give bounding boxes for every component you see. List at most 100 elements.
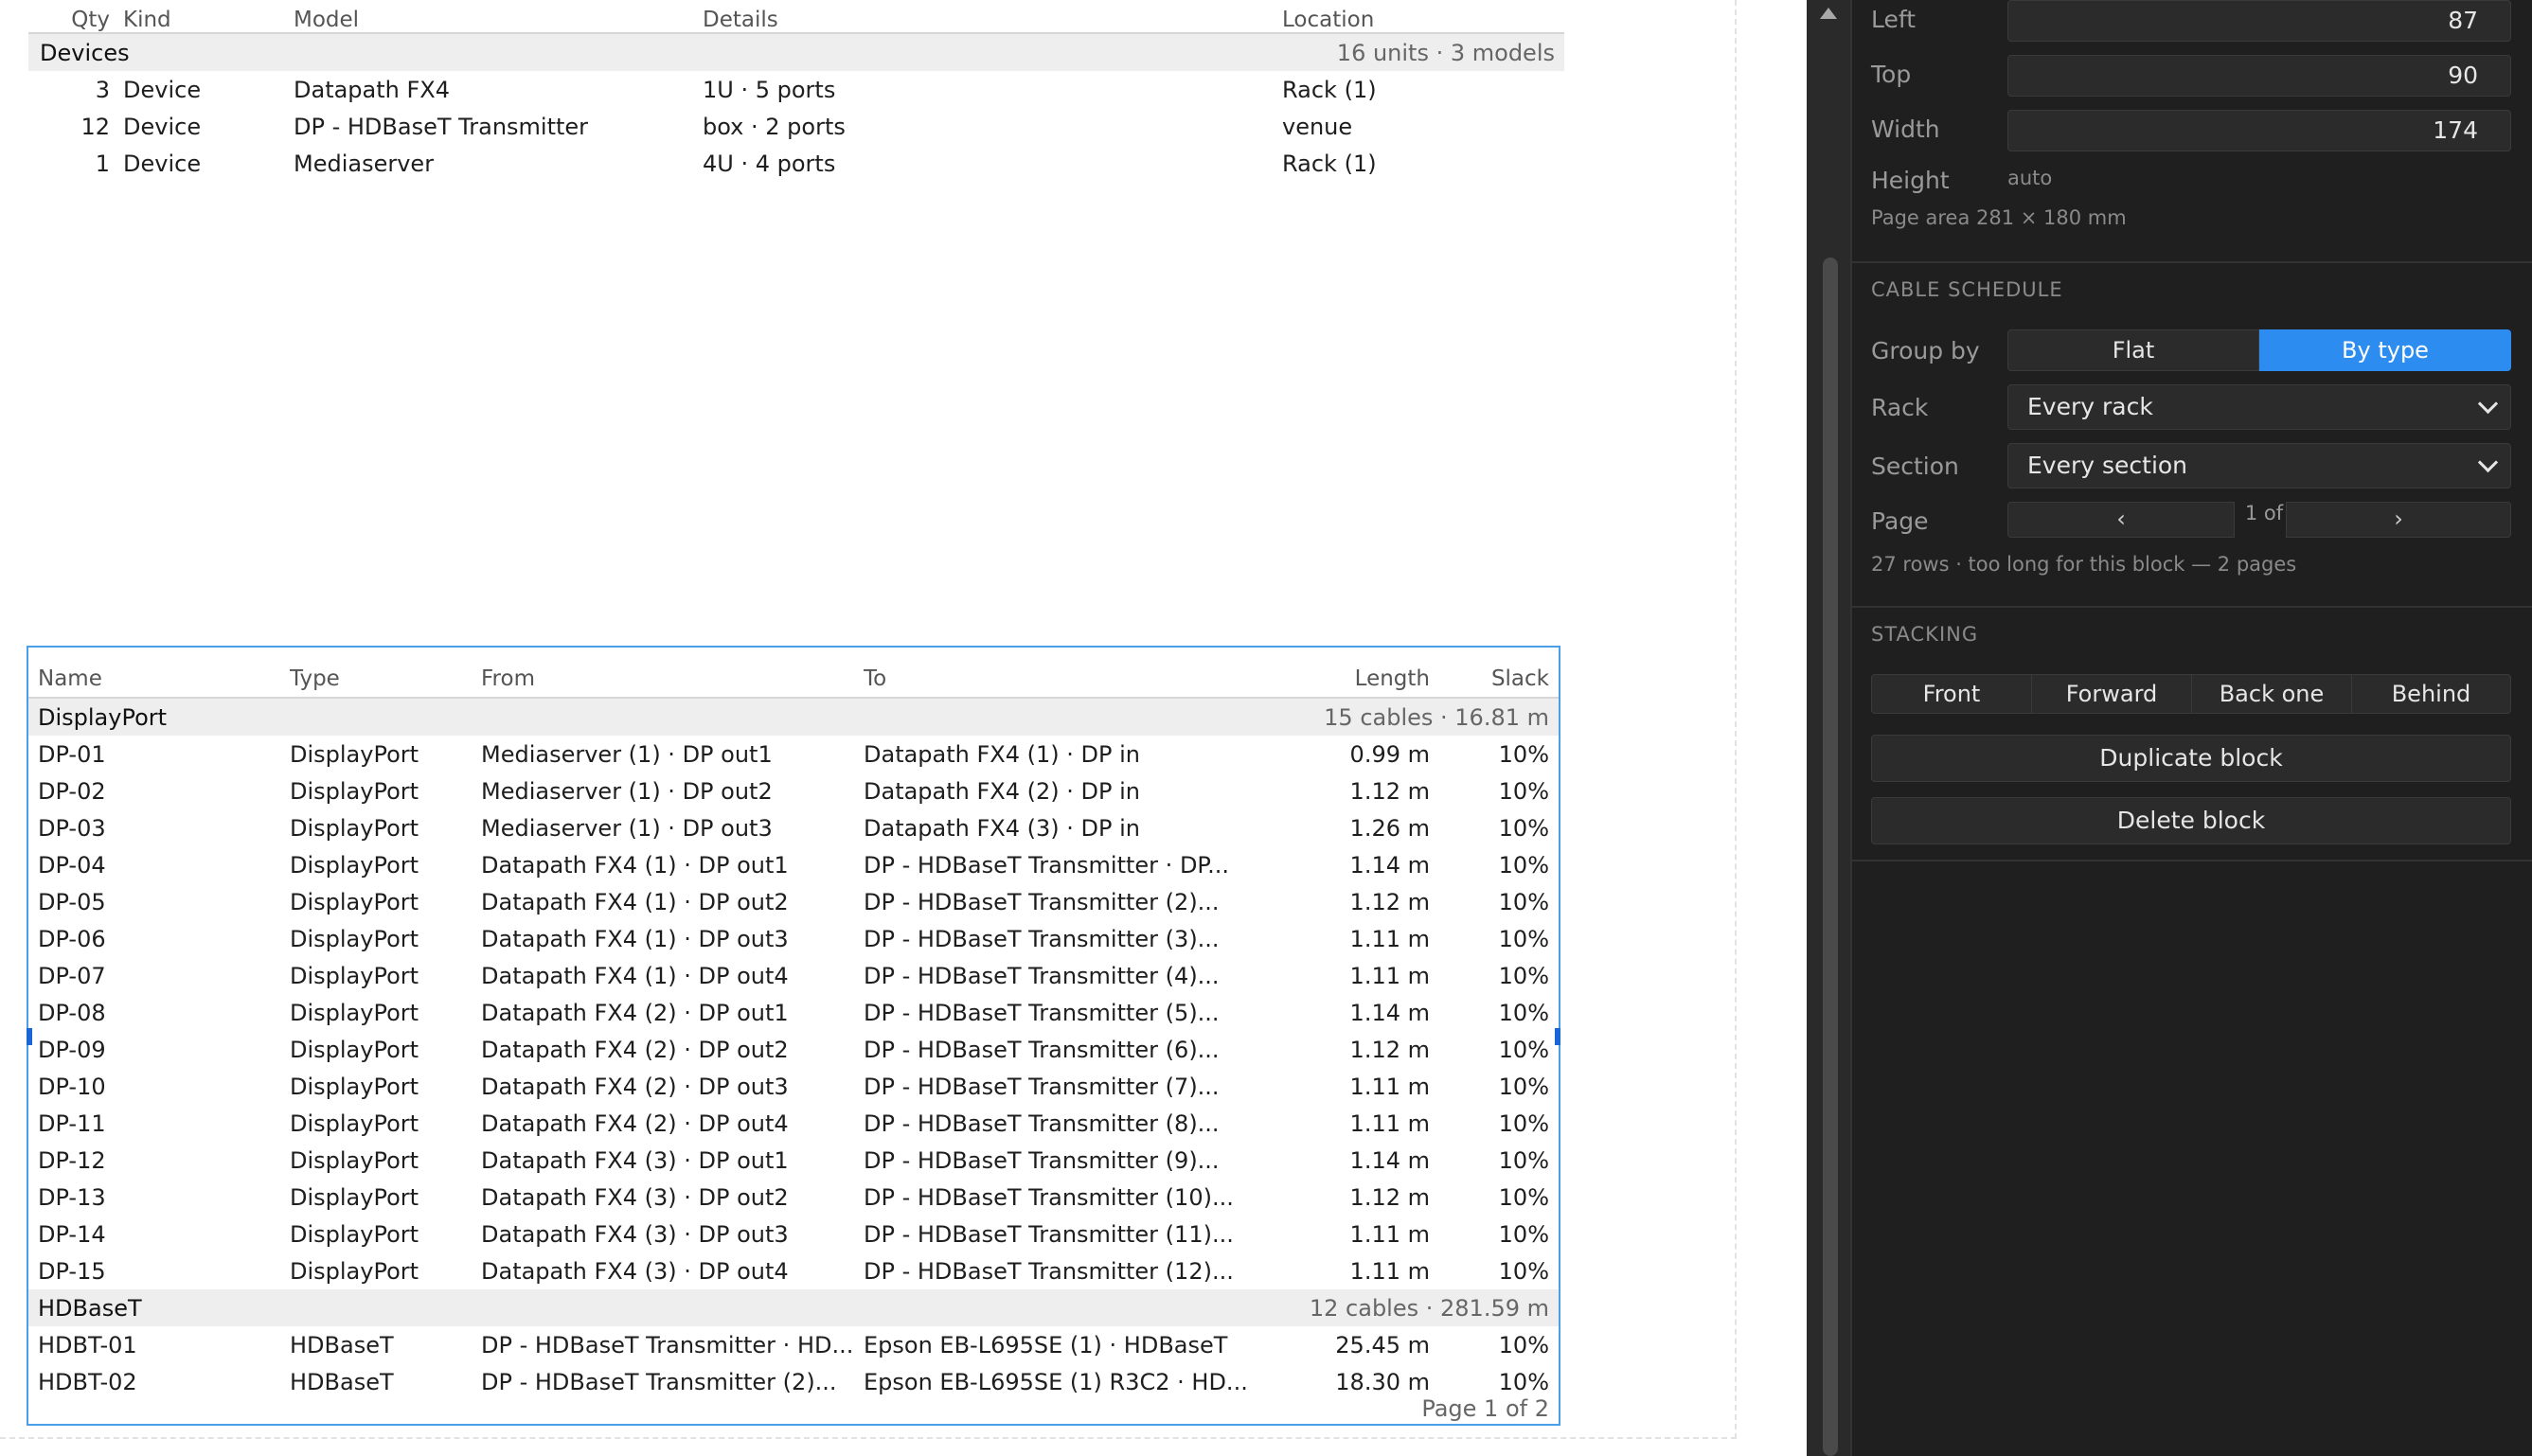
table-row: DP-03 DisplayPort Mediaserver (1) · DP out… <box>28 809 1559 846</box>
cable-schedule-block[interactable]: Name Type From To Length Slack DisplayPo… <box>27 646 1560 1426</box>
name-cell: DP-08 <box>38 999 106 1026</box>
width-input[interactable]: 174 <box>2007 110 2511 151</box>
left-label: Left <box>1871 6 1917 33</box>
to-cell: DP - HDBaseT Transmitter (5)... <box>864 999 1220 1026</box>
devices-block[interactable]: Qty Kind Model Details Location Devices … <box>28 0 1564 182</box>
header-slack: Slack <box>1430 648 1559 699</box>
header-length: Length <box>1295 648 1430 699</box>
length-cell: 25.45 m <box>1335 1331 1430 1358</box>
name-cell: HDBT-01 <box>38 1331 137 1358</box>
slack-cell: 10% <box>1498 1220 1549 1248</box>
table-row: DP-15 DisplayPort Datapath FX4 (3) · DP ou… <box>28 1252 1559 1289</box>
table-row: DP-06 DisplayPort Datapath FX4 (1) · DP ou… <box>28 920 1559 957</box>
top-input[interactable]: 90 <box>2007 55 2511 97</box>
from-cell: Datapath FX4 (1) · DP out1 <box>481 851 789 879</box>
cable-schedule-body: DisplayPort 15 cables · 16.81 m DP-01 Displ… <box>28 698 1559 1400</box>
slack-cell: 10% <box>1498 1073 1549 1100</box>
length-cell: 1.26 m <box>1349 814 1430 842</box>
delete-block-button[interactable]: Delete block <box>1871 797 2511 844</box>
group-title: DisplayPort <box>28 698 864 736</box>
page-next-button[interactable]: › <box>2286 502 2511 538</box>
to-cell: DP - HDBaseT Transmitter (9)... <box>864 1146 1220 1174</box>
type-cell: DisplayPort <box>290 1073 419 1100</box>
slack-cell: 10% <box>1498 1331 1549 1358</box>
cable-group-row: DisplayPort 15 cables · 16.81 m <box>28 698 1559 736</box>
length-cell: 1.11 m <box>1349 1073 1430 1100</box>
length-cell: 1.12 m <box>1349 1036 1430 1063</box>
from-cell: Datapath FX4 (1) · DP out3 <box>481 925 789 952</box>
bring-to-front-button[interactable]: Front <box>1871 674 2032 714</box>
to-cell: DP - HDBaseT Transmitter (8)... <box>864 1110 1220 1137</box>
to-cell: Epson EB-L695SE (1) · HDBaseT <box>864 1331 1228 1358</box>
section-label: Section <box>1871 453 1959 480</box>
group-by-flat-button[interactable]: Flat <box>2007 329 2259 371</box>
scrollbar-thumb[interactable] <box>1823 257 1838 1456</box>
qty-cell: 1 <box>95 150 110 177</box>
name-cell: DP-05 <box>38 888 106 915</box>
to-cell: DP - HDBaseT Transmitter (4)... <box>864 962 1220 989</box>
name-cell: DP-03 <box>38 814 106 842</box>
from-cell: Mediaserver (1) · DP out3 <box>481 814 773 842</box>
section-select-value: Every section <box>2027 452 2188 479</box>
table-row: 1 Device Mediaserver 4U · 4 ports Rack (… <box>28 145 1564 182</box>
name-cell: DP-13 <box>38 1183 106 1211</box>
bring-forward-button[interactable]: Forward <box>2031 674 2192 714</box>
slack-cell: 10% <box>1498 1257 1549 1285</box>
location-cell: Rack (1) <box>1282 76 1377 103</box>
rack-select[interactable]: Every rack <box>2007 384 2511 430</box>
section-divider <box>1850 860 2532 861</box>
table-row: 3 Device Datapath FX4 1U · 5 ports Rack … <box>28 71 1564 108</box>
chevron-right-icon: › <box>2394 506 2403 532</box>
to-cell: DP - HDBaseT Transmitter (2)... <box>864 888 1220 915</box>
slack-cell: 10% <box>1498 777 1549 805</box>
cable-schedule-table: Name Type From To Length Slack DisplayPo… <box>28 648 1559 1400</box>
send-back-one-button[interactable]: Back one <box>2191 674 2352 714</box>
table-row: DP-11 DisplayPort Datapath FX4 (2) · DP ou… <box>28 1105 1559 1142</box>
page-area-note: Page area 281 × 180 mm <box>1871 206 2127 229</box>
table-row: DP-01 DisplayPort Mediaserver (1) · DP out… <box>28 736 1559 772</box>
height-value: auto <box>2007 167 2053 189</box>
from-cell: Datapath FX4 (3) · DP out3 <box>481 1220 789 1248</box>
slack-cell: 10% <box>1498 1146 1549 1174</box>
from-cell: Datapath FX4 (2) · DP out1 <box>481 999 789 1026</box>
type-cell: DisplayPort <box>290 740 419 768</box>
table-row: HDBT-01 HDBaseT DP - HDBaseT Transmitter ·… <box>28 1326 1559 1363</box>
type-cell: DisplayPort <box>290 1220 419 1248</box>
header-from: From <box>481 648 864 699</box>
to-cell: Datapath FX4 (2) · DP in <box>864 777 1140 805</box>
to-cell: DP - HDBaseT Transmitter (12)... <box>864 1257 1234 1285</box>
resize-handle-left[interactable] <box>27 1028 32 1045</box>
table-row: DP-02 DisplayPort Mediaserver (1) · DP out… <box>28 772 1559 809</box>
stacking-heading: STACKING <box>1871 623 1979 646</box>
header-name: Name <box>28 648 290 699</box>
location-cell: venue <box>1282 113 1353 140</box>
scroll-up-icon[interactable] <box>1820 8 1837 19</box>
resize-handle-right[interactable] <box>1555 1028 1560 1045</box>
page-edge-bottom <box>0 1437 1737 1439</box>
devices-table: Qty Kind Model Details Location Devices … <box>28 0 1564 182</box>
model-cell: DP - HDBaseT Transmitter <box>294 113 589 140</box>
table-row: DP-07 DisplayPort Datapath FX4 (1) · DP ou… <box>28 957 1559 994</box>
duplicate-block-button[interactable]: Duplicate block <box>1871 735 2511 782</box>
left-input[interactable]: 87 <box>2007 0 2511 42</box>
length-cell: 1.12 m <box>1349 1183 1430 1211</box>
name-cell: DP-12 <box>38 1146 106 1174</box>
send-behind-button[interactable]: Behind <box>2351 674 2511 714</box>
cable-schedule-heading: CABLE SCHEDULE <box>1871 278 2063 301</box>
length-cell: 1.12 m <box>1349 888 1430 915</box>
group-by-type-button[interactable]: By type <box>2259 329 2511 371</box>
type-cell: DisplayPort <box>290 851 419 879</box>
panel-scrollbar[interactable] <box>1807 0 1852 1456</box>
type-cell: DisplayPort <box>290 888 419 915</box>
to-cell: DP - HDBaseT Transmitter (3)... <box>864 925 1220 952</box>
length-cell: 1.11 m <box>1349 1257 1430 1285</box>
page-prev-button[interactable]: ‹ <box>2007 502 2235 538</box>
from-cell: Datapath FX4 (3) · DP out1 <box>481 1146 789 1174</box>
section-select[interactable]: Every section <box>2007 443 2511 488</box>
name-cell: DP-04 <box>38 851 106 879</box>
to-cell: DP - HDBaseT Transmitter · DP... <box>864 851 1230 879</box>
document-canvas[interactable]: Qty Kind Model Details Location Devices … <box>0 0 1807 1456</box>
to-cell: DP - HDBaseT Transmitter (7)... <box>864 1073 1220 1100</box>
length-cell: 1.11 m <box>1349 1110 1430 1137</box>
height-label: Height <box>1871 167 1950 194</box>
